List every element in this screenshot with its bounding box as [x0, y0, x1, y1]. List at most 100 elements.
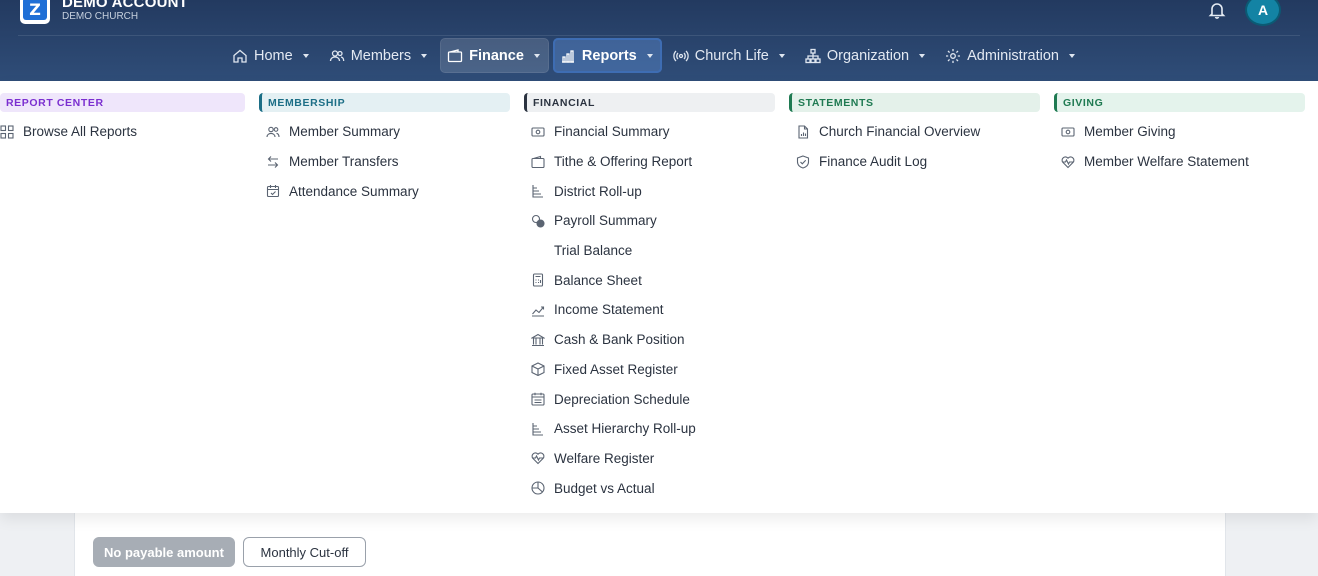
menu-item-trial-balance[interactable]: Trial Balance — [524, 236, 775, 266]
nav-finance-label: Finance — [469, 47, 524, 64]
brand[interactable]: Z DEMO ACCOUNT DEMO CHURCH — [20, 0, 188, 24]
menu-item-member-giving[interactable]: Member Giving — [1054, 117, 1305, 147]
home-icon — [233, 49, 247, 63]
section-title: MEMBERSHIP — [259, 93, 510, 112]
nav-administration[interactable]: Administration — [938, 38, 1084, 73]
menu-item-member-welfare-statement[interactable]: Member Welfare Statement — [1054, 147, 1305, 177]
menu-item-label: Browse All Reports — [23, 124, 138, 140]
chevron-down-icon — [919, 53, 926, 58]
menu-item-depreciation-schedule[interactable]: Depreciation Schedule — [524, 384, 775, 414]
menu-item-balance-sheet[interactable]: Balance Sheet — [524, 265, 775, 295]
calculator-icon — [532, 273, 544, 287]
heart-pulse-icon — [531, 452, 545, 465]
menu-item-payroll-summary[interactable]: Payroll Summary — [524, 206, 775, 236]
blank-icon — [531, 244, 545, 258]
menu-item-member-transfers[interactable]: Member Transfers — [259, 147, 510, 177]
chevron-down-icon — [533, 53, 540, 58]
box-icon — [531, 362, 545, 377]
cash-icon — [1061, 127, 1075, 137]
monthly-cutoff-button[interactable]: Monthly Cut-off — [243, 537, 366, 567]
menu-item-cash-bank-position[interactable]: Cash & Bank Position — [524, 325, 775, 355]
nav-members[interactable]: Members — [322, 38, 436, 73]
menu-item-asset-hierarchy-rollup[interactable]: Asset Hierarchy Roll-up — [524, 414, 775, 444]
transfer-icon — [267, 155, 279, 168]
calendar-check-icon — [266, 185, 280, 198]
shield-check-icon — [796, 154, 810, 169]
menu-section-membership: MEMBERSHIP Member Summary Member Transfe… — [259, 93, 510, 206]
menu-item-label: Trial Balance — [554, 243, 633, 259]
top-header: Z DEMO ACCOUNT DEMO CHURCH A Home Member… — [0, 0, 1318, 81]
menu-item-label: Fixed Asset Register — [554, 361, 678, 377]
app-logo: Z — [20, 0, 50, 24]
menu-item-attendance-summary[interactable]: Attendance Summary — [259, 176, 510, 206]
menu-item-label: District Roll-up — [554, 183, 642, 199]
chevron-down-icon — [302, 53, 309, 58]
nav-home[interactable]: Home — [225, 38, 318, 73]
chevron-down-icon — [646, 53, 653, 58]
menu-item-district-rollup[interactable]: District Roll-up — [524, 176, 775, 206]
bar-chart-icon — [561, 49, 574, 63]
menu-item-label: Tithe & Offering Report — [554, 154, 693, 170]
menu-item-finance-audit-log[interactable]: Finance Audit Log — [789, 147, 1040, 177]
menu-item-browse-all-reports[interactable]: Browse All Reports — [0, 117, 245, 147]
no-payable-amount-button: No payable amount — [93, 537, 235, 567]
section-title: STATEMENTS — [789, 93, 1040, 112]
menu-item-label: Balance Sheet — [554, 272, 642, 288]
hierarchy-icon — [532, 185, 543, 198]
menu-item-label: Depreciation Schedule — [554, 391, 690, 407]
bank-icon — [531, 333, 545, 346]
menu-item-label: Church Financial Overview — [819, 124, 981, 140]
nav-reports[interactable]: Reports — [552, 38, 662, 73]
trend-icon — [532, 306, 545, 317]
menu-item-fixed-asset-register[interactable]: Fixed Asset Register — [524, 355, 775, 385]
chevron-down-icon — [421, 53, 428, 58]
account-name: DEMO ACCOUNT — [62, 0, 189, 11]
nav-finance[interactable]: Finance — [440, 38, 549, 73]
menu-item-label: Asset Hierarchy Roll-up — [554, 421, 696, 437]
bell-icon[interactable] — [1207, 0, 1227, 20]
section-title: REPORT CENTER — [0, 93, 245, 112]
chevron-down-icon — [1068, 53, 1075, 58]
menu-item-label: Attendance Summary — [289, 183, 419, 199]
menu-item-member-summary[interactable]: Member Summary — [259, 117, 510, 147]
users-icon — [266, 126, 280, 137]
menu-item-tithe-offering-report[interactable]: Tithe & Offering Report — [524, 147, 775, 177]
nav-home-label: Home — [254, 47, 293, 64]
chevron-down-icon — [778, 53, 785, 58]
menu-section-statements: STATEMENTS Church Financial Overview Fin… — [789, 93, 1040, 176]
menu-item-label: Member Transfers — [289, 154, 399, 170]
menu-item-church-financial-overview[interactable]: Church Financial Overview — [789, 117, 1040, 147]
header-divider — [18, 35, 1300, 36]
menu-item-label: Payroll Summary — [554, 213, 657, 229]
section-title: GIVING — [1054, 93, 1305, 112]
org-chart-icon — [805, 48, 821, 63]
broadcast-icon — [672, 50, 689, 61]
pie-icon — [531, 481, 545, 495]
nav-organization-label: Organization — [826, 47, 910, 64]
main-nav: Home Members Finance Reports Church Life… — [225, 38, 1088, 73]
menu-item-income-statement[interactable]: Income Statement — [524, 295, 775, 325]
users-icon — [329, 49, 345, 61]
menu-item-label: Income Statement — [554, 302, 664, 318]
avatar[interactable]: A — [1245, 0, 1281, 26]
nav-church-life-label: Church Life — [694, 47, 769, 64]
cash-icon — [531, 127, 545, 137]
section-title: FINANCIAL — [524, 93, 775, 112]
menu-item-label: Welfare Register — [554, 450, 655, 466]
nav-members-label: Members — [350, 47, 412, 64]
document-chart-icon — [798, 125, 809, 139]
nav-church-life[interactable]: Church Life — [666, 38, 794, 73]
menu-item-label: Cash & Bank Position — [554, 332, 685, 348]
heart-pulse-icon — [1061, 155, 1075, 168]
menu-item-financial-summary[interactable]: Financial Summary — [524, 117, 775, 147]
nav-administration-label: Administration — [967, 47, 1059, 64]
nav-organization[interactable]: Organization — [798, 38, 934, 73]
hierarchy-icon — [532, 422, 543, 436]
menu-item-label: Financial Summary — [554, 124, 670, 140]
grid-icon — [0, 125, 14, 139]
coins-icon — [531, 214, 545, 228]
menu-section-giving: GIVING Member Giving Member Welfare Stat… — [1054, 93, 1305, 176]
menu-item-label: Member Summary — [289, 124, 401, 140]
menu-item-budget-vs-actual[interactable]: Budget vs Actual — [524, 473, 775, 503]
menu-item-welfare-register[interactable]: Welfare Register — [524, 444, 775, 474]
